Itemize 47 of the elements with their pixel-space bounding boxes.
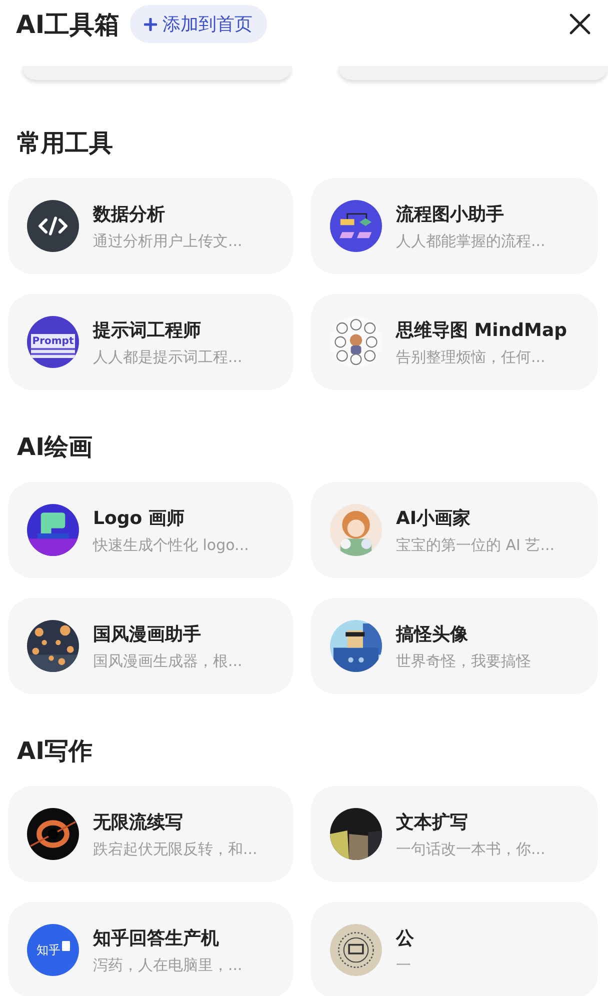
tool-description: 跌宕起伏无限反转，和... [93, 840, 258, 858]
tool-description: 宝宝的第一位的 AI 艺... [396, 536, 555, 554]
tool-description: 告别整理烦恼，任何... [396, 348, 546, 366]
tool-card[interactable]: 文本扩写 一句话改一本书，你... [311, 786, 598, 882]
tool-description: 一句话改一本书，你... [396, 840, 546, 858]
tool-card[interactable]: 无限流续写 跌宕起伏无限反转，和... [8, 786, 293, 882]
tool-card[interactable]: Logo 画师 快速生成个性化 logo... [8, 482, 293, 578]
tool-description: 人人都能掌握的流程... [396, 232, 546, 250]
page-title: AI工具箱 [16, 8, 120, 40]
tool-card[interactable]: 流程图小助手 人人都能掌握的流程... [311, 178, 598, 274]
tool-name: 思维导图 MindMap [396, 318, 567, 342]
prompt-icon: Prompt [27, 316, 79, 368]
close-icon[interactable] [569, 13, 591, 35]
tool-name: 数据分析 [93, 202, 166, 226]
section-title: AI绘画 [16, 432, 94, 463]
code-icon [27, 200, 79, 252]
tool-card[interactable]: AI小画家 宝宝的第一位的 AI 艺... [311, 482, 598, 578]
tool-name: 无限流续写 [93, 810, 184, 834]
tool-card[interactable]: 数据分析 通过分析用户上传文... [8, 178, 293, 274]
plus-icon [144, 18, 157, 30]
tool-name: 文本扩写 [396, 810, 469, 834]
tool-name: Logo 画师 [93, 506, 186, 530]
tool-card[interactable]: Prompt 提示词工程师 人人都是提示词工程... [8, 294, 293, 390]
section-title: 常用工具 [16, 128, 114, 159]
tool-card[interactable]: 思维导图 MindMap 告别整理烦恼，任何... [311, 294, 598, 390]
tool-card[interactable]: 公 一 [311, 902, 598, 996]
tool-name: 搞怪头像 [396, 622, 469, 646]
tool-name: 知乎回答生产机 [93, 926, 220, 950]
tool-name: 公 [396, 926, 414, 950]
tool-description: 快速生成个性化 logo... [93, 536, 249, 554]
tool-description: 一 [396, 956, 412, 974]
tool-card[interactable]: 国风漫画助手 国风漫画生成器，根... [8, 598, 293, 694]
tool-description: 泻药，人在电脑里，... [93, 956, 242, 974]
tool-card[interactable]: 搞怪头像 世界奇怪，我要搞怪 [311, 598, 598, 694]
tool-name: 流程图小助手 [396, 202, 505, 226]
add-to-home-button[interactable]: 添加到首页 [130, 5, 267, 43]
tool-description: 世界奇怪，我要搞怪 [396, 652, 531, 670]
tool-description: 国风漫画生成器，根... [93, 652, 242, 670]
section-title: AI写作 [16, 736, 94, 767]
zhihu-logo-icon: 知乎 [27, 924, 79, 976]
tool-name: AI小画家 [396, 506, 472, 530]
tool-description: 通过分析用户上传文... [93, 232, 242, 250]
tool-name: 国风漫画助手 [93, 622, 202, 646]
tool-name: 提示词工程师 [93, 318, 202, 342]
tool-card[interactable]: 知乎 知乎回答生产机 泻药，人在电脑里，... [8, 902, 293, 996]
flowchart-icon [330, 200, 382, 252]
tool-description: 人人都是提示词工程... [93, 348, 242, 366]
